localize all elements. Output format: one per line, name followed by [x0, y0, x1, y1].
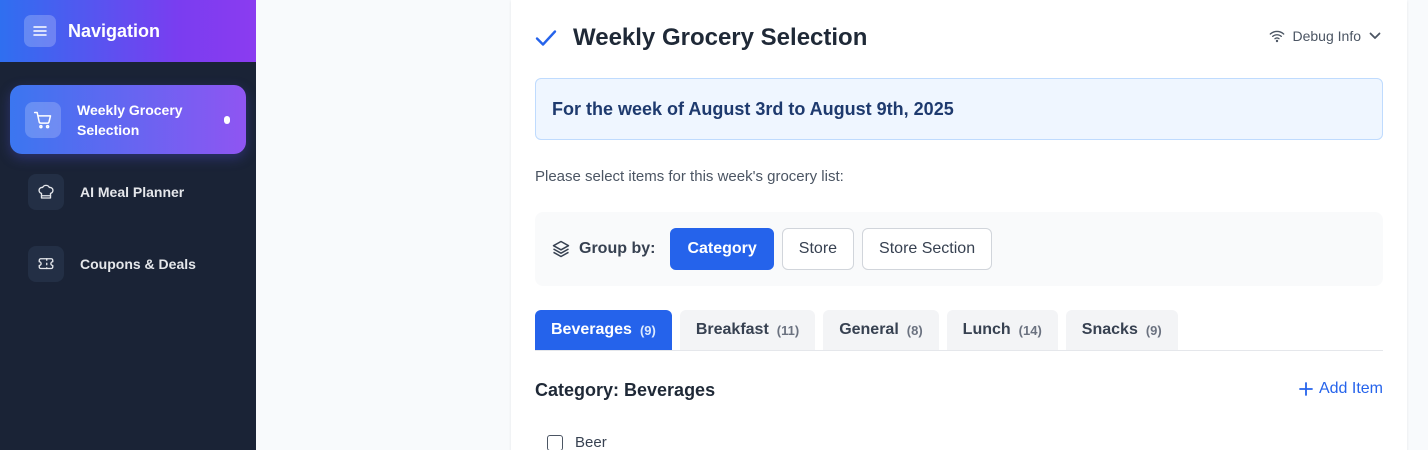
- add-item-label: Add Item: [1318, 380, 1383, 397]
- group-by-panel: Group by: Category Store Store Section: [535, 212, 1383, 286]
- cart-icon: [25, 101, 61, 138]
- tab-count: (14): [1018, 322, 1042, 338]
- tab-lunch[interactable]: Lunch (14): [946, 310, 1058, 350]
- layers-icon: [552, 240, 570, 258]
- tab-count: (8): [906, 322, 923, 338]
- nav-title: Navigation: [68, 20, 161, 41]
- tab-snacks[interactable]: Snacks (9): [1065, 310, 1178, 350]
- nav-item-label: Weekly Grocery Selection: [77, 101, 183, 138]
- plus-icon: [1299, 382, 1313, 396]
- nav-item-label: AI Meal Planner: [80, 183, 185, 200]
- selection-prompt: Please select items for this week's groc…: [535, 168, 844, 185]
- sidebar: Navigation Weekly Grocery Selection AI M…: [0, 0, 256, 450]
- tab-count: (9): [1145, 322, 1162, 338]
- check-icon: [535, 30, 557, 46]
- menu-toggle-button[interactable]: [24, 15, 56, 47]
- tab-label: General: [839, 321, 899, 338]
- tab-breakfast[interactable]: Breakfast (11): [679, 310, 816, 350]
- nav-header: Navigation: [0, 0, 256, 62]
- list-item: Beer: [547, 434, 607, 450]
- item-label: Beer: [575, 434, 607, 450]
- tab-label: Lunch: [962, 321, 1011, 338]
- main-card: Weekly Grocery Selection Debug Info For …: [511, 0, 1407, 450]
- add-item-button[interactable]: Add Item: [1299, 380, 1383, 398]
- nav-item-coupons-deals[interactable]: Coupons & Deals: [10, 229, 246, 298]
- tab-general[interactable]: General (8): [823, 310, 939, 350]
- chef-hat-icon: [28, 173, 64, 210]
- tab-label: Snacks: [1081, 321, 1138, 338]
- wifi-icon: [1269, 30, 1284, 43]
- nav-list: Weekly Grocery Selection AI Meal Planner…: [0, 62, 256, 298]
- item-checkbox[interactable]: [547, 434, 563, 450]
- tab-beverages[interactable]: Beverages (9): [535, 310, 672, 350]
- week-banner: For the week of August 3rd to August 9th…: [535, 78, 1383, 140]
- tab-label: Beverages: [551, 321, 632, 338]
- category-title: Category: Beverages: [535, 380, 716, 400]
- tab-count: (11): [776, 322, 800, 338]
- title-row: Weekly Grocery Selection: [535, 24, 867, 52]
- nav-item-ai-meal-planner[interactable]: AI Meal Planner: [10, 157, 246, 226]
- debug-info-toggle[interactable]: Debug Info: [1269, 28, 1382, 44]
- page-title: Weekly Grocery Selection: [573, 24, 868, 51]
- week-range-text: For the week of August 3rd to August 9th…: [552, 98, 954, 119]
- group-by-store-section-button[interactable]: Store Section: [862, 228, 993, 270]
- group-by-label: Group by:: [579, 240, 656, 257]
- tab-label: Breakfast: [695, 321, 769, 338]
- category-tabs: Beverages (9) Breakfast (11) General (8)…: [535, 310, 1383, 351]
- active-indicator: [224, 115, 230, 124]
- group-by-store-button[interactable]: Store: [781, 228, 855, 270]
- menu-icon: [33, 26, 47, 36]
- tab-count: (9): [639, 322, 656, 338]
- nav-item-label: Coupons & Deals: [80, 255, 196, 272]
- debug-info-label: Debug Info: [1292, 28, 1362, 44]
- ticket-icon: [28, 245, 64, 282]
- chevron-down-icon: [1369, 32, 1381, 39]
- nav-item-weekly-grocery-selection[interactable]: Weekly Grocery Selection: [10, 85, 246, 154]
- group-by-category-button[interactable]: Category: [670, 228, 774, 270]
